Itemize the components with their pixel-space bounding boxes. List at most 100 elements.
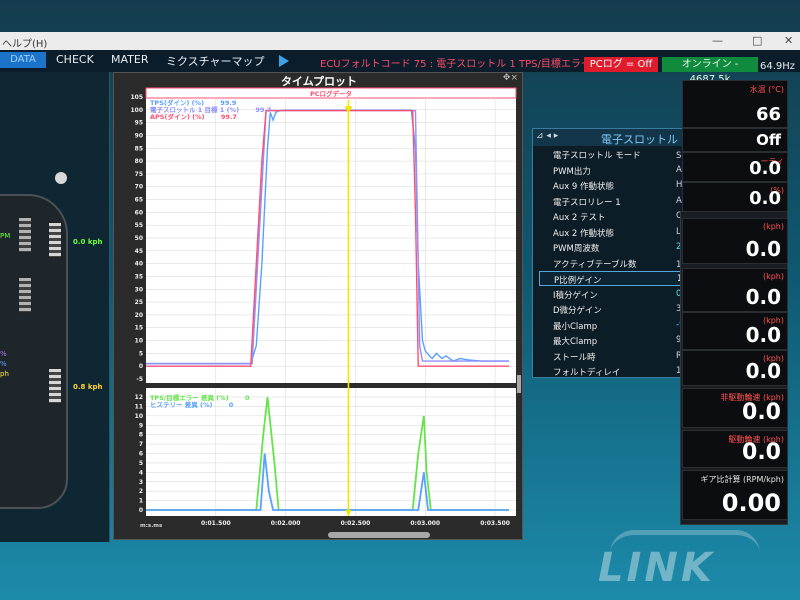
settings-row-label: 最小Clamp	[553, 321, 598, 332]
front-tire-left	[18, 217, 32, 253]
y-tick-label: 0	[139, 363, 143, 370]
maximize-icon[interactable]: □	[752, 34, 762, 47]
rear-tire-right	[48, 368, 62, 404]
y-tick-label: 6	[139, 451, 143, 458]
settings-row-label: 電子スロリレー 1	[553, 197, 621, 208]
y-tick-label: 75	[135, 171, 143, 178]
y-tick-label: 10	[135, 413, 143, 420]
settings-row-label: ストール時	[553, 352, 596, 363]
side-mark-rpm: PM	[0, 232, 11, 240]
gauge-tile[interactable]: (kph) 0.0	[682, 350, 788, 386]
gauge-value: 66	[755, 104, 781, 125]
rear-right-speed: 0.8 kph	[73, 383, 103, 391]
time-plot-window[interactable]: PCログデータ 0 5 10 15 20 25 30 35 40 45 50 55 60 65 70 75 80 8…	[113, 72, 523, 540]
y-tick-label: 15	[135, 325, 143, 332]
help-menu[interactable]: ヘルプ(H)	[2, 35, 47, 50]
side-mark-2: %	[0, 360, 7, 368]
y-tick-label: -5	[136, 376, 143, 383]
x-tick-label: 0:03.500	[480, 520, 510, 527]
tab-mater[interactable]: MATER	[111, 53, 148, 66]
tab-data[interactable]: DATA	[0, 52, 46, 68]
y-tick-label: 95	[135, 120, 143, 127]
y-tick-label: 90	[135, 132, 143, 139]
settings-row-label: PWM出力	[553, 166, 591, 177]
fault-code-text: ECUフォルトコード 75 : 電子スロットル 1 TPS/目標エラー	[320, 59, 591, 70]
gauge-tile[interactable]: (kph) 0.0	[682, 268, 788, 312]
legend-entry: ヒステリー 差異 (%) 0	[150, 402, 250, 409]
gauge-tile[interactable]: ギア比計算 (RPM/kph) 0.00	[682, 470, 788, 520]
pc-log-status[interactable]: PCログ = Off	[584, 57, 658, 72]
screen: ヘルプ(H) — □ ✕ DATA CHECK MATER ミクスチャーマップ …	[0, 0, 800, 600]
nav-arrows-icon[interactable]: ⊿ ◂ ▸	[536, 131, 558, 141]
y-tick-label: 8	[139, 432, 143, 439]
legend-value: 99.7	[218, 113, 237, 121]
y-tick-label: 50	[135, 235, 143, 242]
y-tick-label: 70	[135, 184, 143, 191]
plot-horizontal-scrollbar[interactable]	[328, 532, 430, 538]
gauge-tile[interactable]: 水温 (°C) 66	[682, 80, 788, 128]
gauge-value: 0.0	[745, 359, 781, 383]
legend-entry: APS(ダイン) (%) 99.7	[150, 114, 271, 121]
x-unit-label: m:s.ms	[140, 523, 163, 529]
settings-row-label: フォルトディレイ	[553, 368, 621, 378]
close-icon[interactable]: ✕	[784, 34, 793, 47]
y-tick-label: 30	[135, 286, 143, 293]
y-tick-label: 35	[135, 273, 143, 280]
gauge-value: 0.0	[745, 285, 781, 309]
gauge-value: 0.0	[742, 440, 781, 465]
front-tire-right	[48, 222, 62, 258]
gauge-tile[interactable]: ーティ 0.0	[682, 152, 788, 182]
legend-value: 0	[226, 401, 234, 409]
gauge-tile[interactable]: 駆動輪速 (kph) 0.0	[682, 430, 788, 468]
y-tick-label: 85	[135, 145, 143, 152]
y-tick-label: 2	[139, 488, 143, 495]
online-status: オンライン - 4687.5k	[662, 57, 758, 85]
y-tick-label: 7	[139, 441, 143, 448]
link-logo: LINK	[598, 545, 715, 591]
y-tick-label: 3	[139, 479, 143, 486]
settings-row-label: アクティブテーブル数	[553, 259, 637, 270]
gauge-tile[interactable]: Off	[682, 128, 788, 152]
y-tick-label: 12	[135, 394, 143, 401]
settings-row-label: I積分ゲイン	[553, 290, 598, 301]
x-tick-label: 0:02.500	[341, 520, 371, 527]
x-tick-label: 0:02.000	[271, 520, 301, 527]
x-tick-label: 0:01.500	[201, 520, 231, 527]
gauge-tile[interactable]: 非駆動輪速 (kph) 0.0	[682, 388, 788, 428]
plot-title: タイムプロット	[280, 75, 358, 88]
y-tick-label: 105	[130, 94, 143, 101]
gauge-value: 0.0	[749, 188, 781, 209]
y-tick-label: 45	[135, 248, 143, 255]
y-tick-label: 11	[135, 403, 143, 410]
play-icon[interactable]	[279, 55, 289, 67]
y-tick-label: 80	[135, 158, 143, 165]
settings-row-label: Aux 2 テスト	[553, 213, 606, 223]
mid-tire-left	[18, 277, 32, 313]
y-tick-label: 4	[139, 469, 143, 476]
y-tick-label: 10	[135, 338, 143, 345]
gauge-label: 水温 (°C)	[749, 85, 784, 94]
y-tick-label: 60	[135, 209, 143, 216]
y-tick-label: 55	[135, 222, 143, 229]
x-tick-label: 0:03.000	[410, 520, 440, 527]
y-tick-label: 1	[139, 498, 143, 505]
gauge-value: 0.0	[749, 158, 781, 179]
y-tick-label: 9	[139, 422, 143, 429]
gauge-label: ギア比計算 (RPM/kph)	[700, 475, 784, 484]
gauge-tile[interactable]: (%) 0.0	[682, 182, 788, 212]
time-plot-chart[interactable]: PCログデータ051015202530354045505560657075808…	[114, 73, 524, 541]
plot-vertical-scrollbar[interactable]	[517, 375, 521, 393]
gauge-tile[interactable]: (kph) 0.0	[682, 218, 788, 264]
update-frequency: 64.9Hz	[760, 61, 796, 72]
settings-row-label: 電子スロットル モード	[553, 151, 641, 161]
y-tick-label: 40	[135, 261, 143, 268]
window-move-icon[interactable]: ✥×	[503, 73, 518, 83]
minimize-icon[interactable]: —	[712, 34, 723, 47]
gauge-tile[interactable]: (kph) 0.0	[682, 312, 788, 350]
settings-row-label: P比例ゲイン	[554, 276, 602, 286]
legend-value: 0	[242, 394, 250, 402]
tab-check[interactable]: CHECK	[56, 53, 94, 66]
tab-mixture-map[interactable]: ミクスチャーマップ	[166, 53, 265, 69]
os-title-bar: ヘルプ(H) — □ ✕	[0, 32, 800, 50]
y-tick-label: 25	[135, 299, 143, 306]
